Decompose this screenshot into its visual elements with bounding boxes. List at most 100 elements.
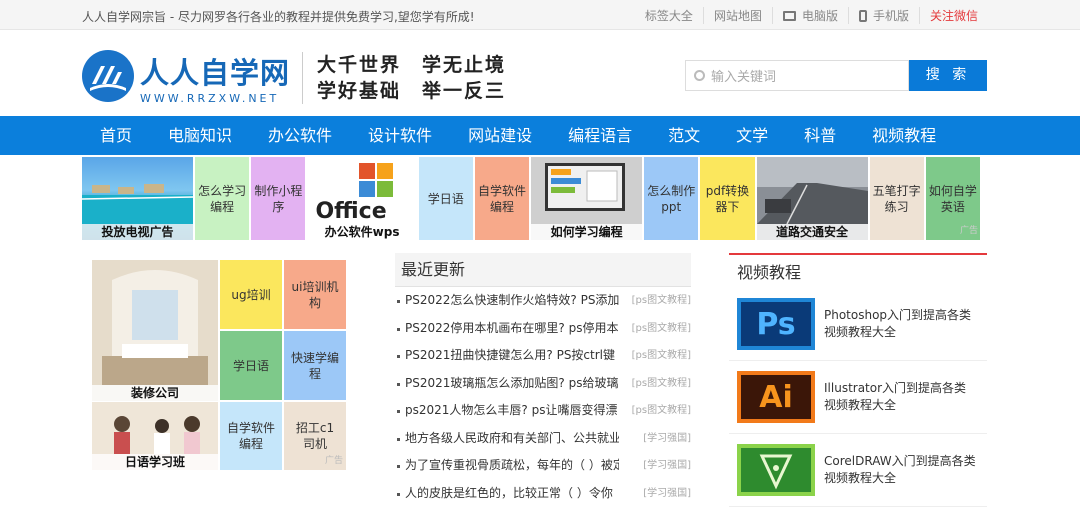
item-category[interactable]: [ps图文教程]: [632, 370, 691, 398]
ad-tile-learn-programming[interactable]: 怎么学习编程: [195, 157, 250, 240]
site-motto: 大千世界 学无止境 学好基础 举一反三: [302, 52, 506, 104]
pen-nib-icon: [759, 454, 793, 490]
ad-tile-decoration[interactable]: 装修公司: [92, 260, 218, 401]
nav-item-web[interactable]: 网站建设: [450, 116, 550, 155]
item-category[interactable]: [ps图文教程]: [632, 397, 691, 425]
site-logo[interactable]: 人人自学网 WWW.RRZXW.NET: [82, 48, 292, 108]
sitemap-link[interactable]: 网站地图: [702, 7, 772, 24]
office-logo-icon: [359, 163, 394, 197]
main-nav: 首页 电脑知识 办公软件 设计软件 网站建设 编程语言 范文 文学 科普 视频教…: [0, 116, 1080, 155]
mobile-version-link[interactable]: 手机版: [847, 7, 919, 24]
list-item[interactable]: 地方各级人民政府和有关部门、公共就业 [学习强国]: [395, 425, 691, 453]
nav-item-office[interactable]: 办公软件: [250, 116, 350, 155]
logo-emblem-icon: [82, 50, 134, 102]
tag-index-link[interactable]: 标签大全: [635, 7, 703, 24]
phone-icon: [858, 9, 867, 22]
video-item-title: Illustrator入门到提高各类视频教程大全: [824, 381, 967, 412]
motto-line-1: 大千世界 学无止境: [317, 54, 507, 76]
nav-item-literature[interactable]: 文学: [718, 116, 786, 155]
list-item[interactable]: PS2021玻璃瓶怎么添加贴图? ps给玻璃 [ps图文教程]: [395, 370, 691, 398]
item-category[interactable]: [ps图文教程]: [632, 287, 691, 315]
item-category[interactable]: [学习强国]: [643, 452, 691, 480]
brand-domain: WWW.RRZXW.NET: [140, 92, 280, 105]
video-item-coreldraw[interactable]: CDR CorelDRAW入门到提高各类视频教程大全: [729, 434, 987, 507]
ad-tile-english[interactable]: 如何自学英语 广告: [925, 157, 980, 240]
left-ad-grid: 装修公司 ug培训 ui培训机构 学日语 快速学编程 日语学习班 自学软件编程 …: [92, 260, 347, 470]
list-item[interactable]: 为了宣传重视骨质疏松，每年的（ ）被定 [学习强国]: [395, 452, 691, 480]
brand-name: 人人自学网: [140, 56, 291, 90]
nav-item-science[interactable]: 科普: [786, 116, 854, 155]
ad-tile-tv[interactable]: 投放电视广告: [81, 157, 194, 240]
ad-tile-wubi[interactable]: 五笔打字练习: [869, 157, 924, 240]
item-category[interactable]: [ps图文教程]: [632, 315, 691, 343]
video-item-photoshop[interactable]: Ps Photoshop入门到提高各类视频教程大全: [729, 288, 987, 361]
illustrator-icon: Ai: [737, 371, 815, 423]
list-item[interactable]: 人的皮肤是红色的，比较正常（ ）令你 [学习强国]: [395, 480, 691, 508]
desktop-version-link[interactable]: 电脑版: [771, 7, 848, 24]
search-icon: [694, 70, 705, 81]
item-title: PS2022停用本机画布在哪里? ps停用本: [405, 320, 619, 335]
office-logo-text: Office: [315, 199, 387, 224]
video-item-title: Photoshop入门到提高各类视频教程大全: [824, 308, 972, 339]
ad-tile-ug[interactable]: ug培训: [220, 260, 282, 329]
ad-tile-fast-programming[interactable]: 快速学编程: [284, 331, 346, 400]
top-bar: 人人自学网宗旨 - 尽力网罗各行各业的教程并提供免费学习,望您学有所成! 标签大…: [0, 0, 1080, 30]
header: 人人自学网 WWW.RRZXW.NET 大千世界 学无止境 学好基础 举一反三 …: [0, 30, 1080, 116]
nav-item-computer[interactable]: 电脑知识: [150, 116, 250, 155]
ad-tile-mini-program[interactable]: 制作小程序: [251, 157, 306, 240]
ad-tile-how-programming[interactable]: 如何学习编程: [531, 157, 643, 240]
classroom-image: [92, 402, 218, 454]
ad-tile-self-programming-2[interactable]: 自学软件编程: [220, 402, 282, 470]
video-item-illustrator[interactable]: Ai Illustrator入门到提高各类视频教程大全: [729, 361, 987, 434]
ad-tile-driver[interactable]: 招工c1司机 广告: [284, 402, 346, 470]
nav-item-home[interactable]: 首页: [82, 116, 150, 155]
monitor-icon: [782, 10, 796, 21]
ad-tile-ppt[interactable]: 怎么制作ppt: [644, 157, 699, 240]
nav-item-video[interactable]: 视频教程: [854, 116, 954, 155]
coreldraw-icon: CDR: [737, 444, 815, 496]
item-category[interactable]: [学习强国]: [643, 425, 691, 453]
ad-tile-self-programming[interactable]: 自学软件编程: [474, 157, 530, 240]
item-title: PS2022怎么快速制作火焰特效? PS添加: [405, 293, 619, 307]
motto-line-2: 学好基础 举一反三: [317, 80, 507, 102]
ad-tile-office[interactable]: Office 办公软件wps: [307, 157, 417, 240]
ad-tile-driver-label: 招工c1司机: [295, 421, 335, 451]
video-title: 视频教程: [737, 263, 802, 282]
site-slogan: 人人自学网宗旨 - 尽力网罗各行各业的教程并提供免费学习,望您学有所成!: [82, 10, 475, 24]
list-item[interactable]: PS2022停用本机画布在哪里? ps停用本 [ps图文教程]: [395, 315, 691, 343]
ad-tile-japanese-2[interactable]: 学日语: [220, 331, 282, 400]
follow-wechat-link[interactable]: 关注微信: [918, 7, 988, 24]
item-category[interactable]: [ps图文教程]: [632, 342, 691, 370]
nav-item-programming[interactable]: 编程语言: [550, 116, 650, 155]
nav-item-design[interactable]: 设计软件: [350, 116, 450, 155]
ad-tile-japanese[interactable]: 学日语: [418, 157, 473, 240]
video-tutorials: 视频教程 Ps Photoshop入门到提高各类视频教程大全 Ai Illust…: [729, 253, 987, 507]
item-title: 地方各级人民政府和有关部门、公共就业: [405, 430, 619, 445]
item-title: ps2021人物怎么丰唇? ps让嘴唇变得漂: [405, 403, 618, 417]
ad-tile-pdf[interactable]: pdf转换器下: [700, 157, 755, 240]
nav-item-essays[interactable]: 范文: [650, 116, 718, 155]
video-item-title: CorelDRAW入门到提高各类视频教程大全: [824, 454, 976, 485]
search-button[interactable]: 搜 索: [909, 60, 987, 91]
ad-tag: 广告: [959, 226, 978, 236]
item-title: 人的皮肤是红色的，比较正常（ ）令你: [405, 485, 613, 500]
recent-updates: 最近更新 PS2022怎么快速制作火焰特效? PS添加 [ps图文教程] PS20…: [395, 253, 691, 507]
interior-image: [92, 260, 218, 385]
list-item[interactable]: PS2021扭曲快捷键怎么用? PS按ctrl键 [ps图文教程]: [395, 342, 691, 370]
ad-tile-english-label: 如何自学英语: [928, 183, 977, 214]
ad-tile-japanese-class[interactable]: 日语学习班: [92, 402, 218, 470]
list-item[interactable]: ps2021人物怎么丰唇? ps让嘴唇变得漂 [ps图文教程]: [395, 397, 691, 425]
item-category[interactable]: [学习强国]: [643, 480, 691, 508]
laptop-image: [531, 157, 643, 224]
resort-image: [81, 184, 194, 224]
item-title: 为了宣传重视骨质疏松，每年的（ ）被定: [405, 458, 619, 472]
ad-caption: 投放电视广告: [82, 224, 193, 240]
ad-caption: 办公软件wps: [307, 224, 417, 240]
ad-tile-ui[interactable]: ui培训机构: [284, 260, 346, 329]
ad-caption: 如何学习编程: [531, 224, 643, 240]
search-input[interactable]: 输入关键词: [685, 60, 909, 91]
ad-tag: 广告: [324, 456, 343, 466]
ad-tile-traffic[interactable]: 道路交通安全: [756, 157, 868, 240]
list-item[interactable]: PS2022怎么快速制作火焰特效? PS添加 [ps图文教程]: [395, 287, 691, 315]
search-form: 输入关键词 搜 索: [685, 60, 987, 91]
